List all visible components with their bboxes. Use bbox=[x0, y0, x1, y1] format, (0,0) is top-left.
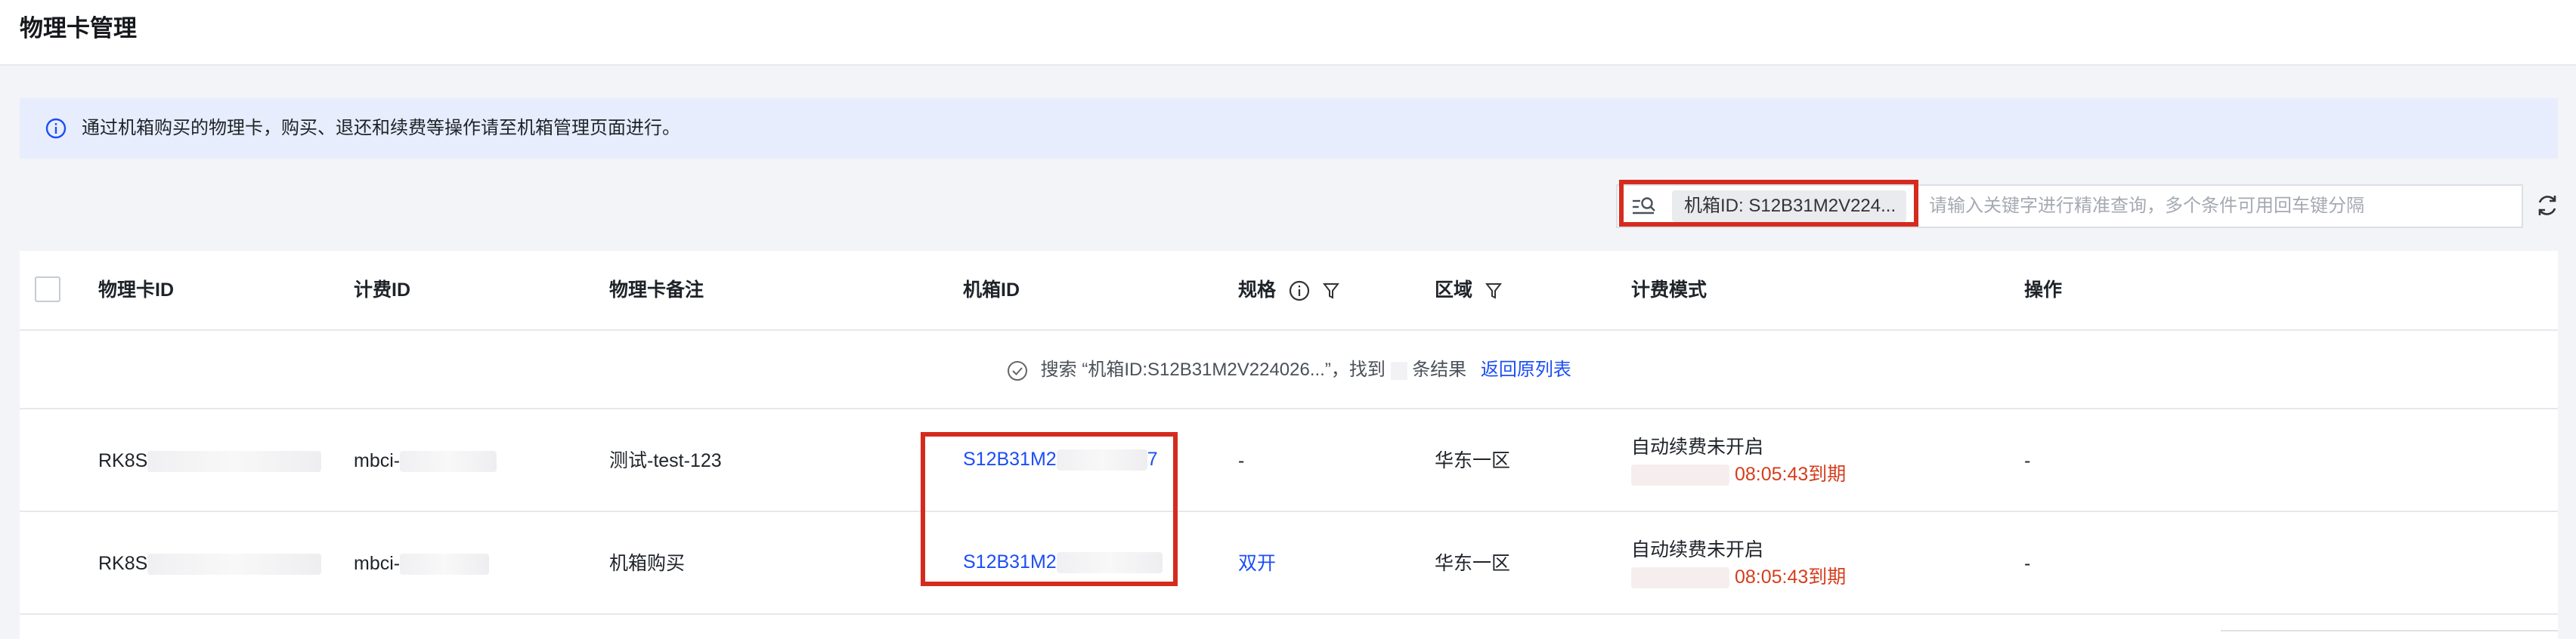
col-actions: 操作 bbox=[2024, 279, 2063, 301]
spec-filter-icon[interactable] bbox=[1322, 282, 1339, 300]
col-remark: 物理卡备注 bbox=[609, 279, 704, 301]
redacted-mask bbox=[1631, 567, 1729, 589]
col-billing-mode: 计费模式 bbox=[1631, 279, 1708, 301]
redacted-mask bbox=[400, 554, 490, 576]
col-region: 区域 bbox=[1435, 276, 1502, 304]
search-result-summary: 搜索 “机箱ID:S12B31M2V224026...”，找到 条结果 返回原列… bbox=[20, 331, 2558, 409]
expire-time: 08:05:43到期 bbox=[1631, 563, 1846, 591]
action-cell: - bbox=[2024, 450, 2031, 471]
billing-id-cell: mbci- bbox=[354, 550, 490, 577]
spec-link[interactable]: 双开 bbox=[1238, 550, 1276, 577]
col-card-id: 物理卡ID bbox=[98, 279, 175, 301]
expire-text: 08:05:43到期 bbox=[1734, 464, 1847, 485]
col-region-label: 区域 bbox=[1435, 279, 1473, 301]
redacted-mask bbox=[147, 554, 322, 576]
page-header: 物理卡管理 bbox=[0, 0, 2576, 66]
redacted-mask bbox=[1631, 465, 1729, 486]
col-spec-label: 规格 bbox=[1238, 279, 1277, 301]
region-filter-icon[interactable] bbox=[1485, 282, 1502, 300]
table-row: RK8S mbci- 测试-test-123 S12B31M2 7 - 华东一区 … bbox=[20, 409, 2558, 512]
search-placeholder[interactable]: 请输入关键字进行精准查询，多个条件可用回车键分隔 bbox=[1929, 193, 2364, 219]
result-suffix: 条结果 bbox=[1412, 360, 1467, 380]
back-to-list-link[interactable]: 返回原列表 bbox=[1481, 360, 1571, 380]
spec-cell: - bbox=[1238, 450, 1245, 471]
page-title: 物理卡管理 bbox=[20, 15, 137, 42]
col-spec: 规格 bbox=[1238, 276, 1339, 304]
table-row: RK8S mbci- 机箱购买 S12B31M2 双开 华东一区 自动续费未开启… bbox=[20, 512, 2558, 615]
notice-text: 通过机箱购买的物理卡，购买、退还和续费等操作请至机箱管理页面进行。 bbox=[82, 118, 680, 138]
remark-cell: 测试-test-123 bbox=[609, 450, 722, 471]
refresh-icon[interactable] bbox=[2534, 192, 2561, 219]
renew-status: 自动续费未开启 bbox=[1631, 539, 1764, 560]
billing-id-text: mbci- bbox=[354, 553, 401, 574]
card-id-cell[interactable]: RK8S bbox=[98, 550, 322, 577]
card-id-text: RK8S bbox=[98, 450, 148, 471]
spec-info-icon[interactable] bbox=[1289, 280, 1310, 301]
result-count-mask bbox=[1390, 361, 1407, 380]
search-result-text: 搜索 “机箱ID:S12B31M2V224026...”，找到 条结果 返回原列… bbox=[1007, 357, 1571, 384]
remark-cell: 机箱购买 bbox=[609, 553, 686, 574]
card-id-text: RK8S bbox=[98, 553, 148, 574]
search-toolbar: 机箱ID: S12B31M2V224... 请输入关键字进行精准查询，多个条件可… bbox=[0, 178, 2576, 233]
info-icon bbox=[45, 118, 67, 139]
highlight-annotation-search bbox=[1619, 180, 1918, 227]
region-cell: 华东一区 bbox=[1435, 450, 1511, 471]
billing-id-cell: mbci- bbox=[354, 447, 497, 474]
redacted-mask bbox=[147, 451, 322, 473]
region-cell: 华东一区 bbox=[1435, 553, 1511, 574]
select-all-checkbox[interactable] bbox=[35, 276, 60, 302]
check-circle-icon bbox=[1008, 360, 1027, 381]
table-header: 物理卡ID 计费ID 物理卡备注 机箱ID 规格 区域 计费模式 操作 bbox=[20, 251, 2558, 331]
col-billing-id: 计费ID bbox=[354, 279, 411, 301]
renew-status: 自动续费未开启 bbox=[1631, 437, 1764, 458]
highlight-annotation-chassis bbox=[921, 432, 1178, 586]
card-id-cell[interactable]: RK8S bbox=[98, 447, 322, 474]
pagination-edge bbox=[2221, 630, 2558, 639]
info-notice: 通过机箱购买的物理卡，购买、退还和续费等操作请至机箱管理页面进行。 bbox=[20, 98, 2558, 159]
result-prefix: 搜索 “机箱ID:S12B31M2V224026...”，找到 bbox=[1040, 360, 1386, 380]
expire-time: 08:05:43到期 bbox=[1631, 461, 1846, 488]
card-table: 物理卡ID 计费ID 物理卡备注 机箱ID 规格 区域 计费模式 操作 搜索 “… bbox=[20, 251, 2558, 639]
action-cell: - bbox=[2024, 553, 2031, 574]
redacted-mask bbox=[400, 451, 497, 473]
col-chassis-id: 机箱ID bbox=[963, 279, 1020, 301]
expire-text: 08:05:43到期 bbox=[1734, 566, 1847, 588]
billing-id-text: mbci- bbox=[354, 450, 401, 471]
